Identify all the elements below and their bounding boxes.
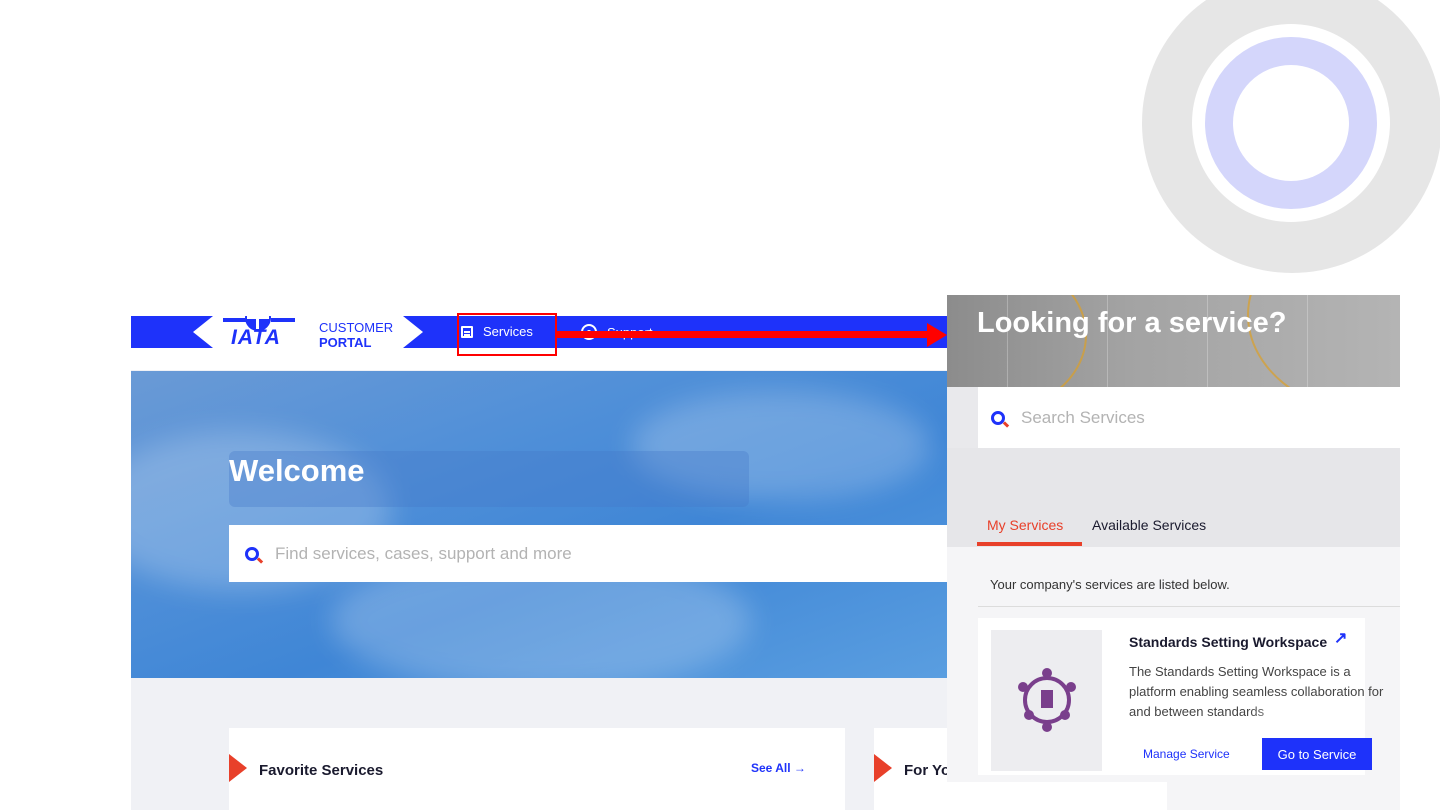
logo-customer-text: CUSTOMER (319, 320, 394, 335)
favorite-services-card: Favorite Services See All → (229, 728, 845, 810)
manage-service-link[interactable]: Manage Service (1143, 747, 1230, 761)
panel-bottom-strip (947, 782, 1167, 810)
divider (978, 606, 1400, 607)
see-all-link[interactable]: See All → (751, 761, 806, 775)
card-flag-icon (229, 754, 247, 782)
services-panel: Looking for a service? Search Services M… (947, 295, 1400, 810)
logo-node (1042, 722, 1052, 732)
services-panel-title: Looking for a service? (977, 307, 1287, 339)
active-tab-underline (977, 542, 1082, 546)
logo-node (1042, 668, 1052, 678)
arrow-right-icon: → (793, 761, 806, 775)
logo-chevron-left (193, 316, 213, 348)
services-list-note: Your company's services are listed below… (990, 577, 1230, 592)
decorative-ring-hole (1233, 65, 1349, 181)
service-thumbnail (991, 630, 1102, 771)
favorite-services-title: Favorite Services (259, 762, 384, 779)
search-icon (245, 546, 259, 561)
logo-node (1018, 682, 1028, 692)
for-you-title: For Yo (904, 762, 947, 779)
tab-available-services[interactable]: Available Services (1092, 517, 1206, 533)
logo-chevron-right (403, 316, 423, 348)
logo-node (1060, 710, 1070, 720)
portal-search-input[interactable]: Find services, cases, support and more (229, 525, 947, 582)
services-search-placeholder: Search Services (1021, 407, 1145, 427)
logo-wing-right (271, 318, 295, 322)
service-title: Standards Setting Workspace (1129, 634, 1328, 650)
logo-wing-left (223, 318, 247, 322)
portal-screenshot: IATA CUSTOMER PORTAL Services Support We… (131, 316, 947, 810)
card-flag-icon (874, 754, 892, 782)
services-search-input[interactable]: Search Services (978, 387, 1400, 448)
description-fade (1248, 704, 1365, 728)
service-card: Standards Setting Workspace ↗ The Standa… (978, 618, 1383, 775)
services-panel-hero: Looking for a service? (947, 295, 1400, 387)
services-highlight-box (457, 313, 557, 356)
go-to-service-button[interactable]: Go to Service (1262, 738, 1372, 770)
welcome-heading: Welcome (229, 453, 365, 488)
slide-canvas: IATA CUSTOMER PORTAL Services Support We… (0, 0, 1440, 810)
annotation-arrow-line (557, 331, 929, 338)
external-link-icon[interactable]: ↗ (1334, 628, 1347, 648)
welcome-hero: Welcome Find services, cases, support an… (131, 371, 947, 678)
portal-search-placeholder: Find services, cases, support and more (275, 543, 572, 563)
annotation-arrow-head (927, 323, 947, 347)
tab-my-services[interactable]: My Services (987, 517, 1063, 533)
logo-node (1066, 682, 1076, 692)
logo-node (1024, 710, 1034, 720)
logo-brand-text: IATA (231, 326, 281, 349)
for-you-card: For Yo (874, 728, 947, 810)
see-all-label: See All (751, 761, 791, 775)
search-icon (991, 410, 1005, 425)
